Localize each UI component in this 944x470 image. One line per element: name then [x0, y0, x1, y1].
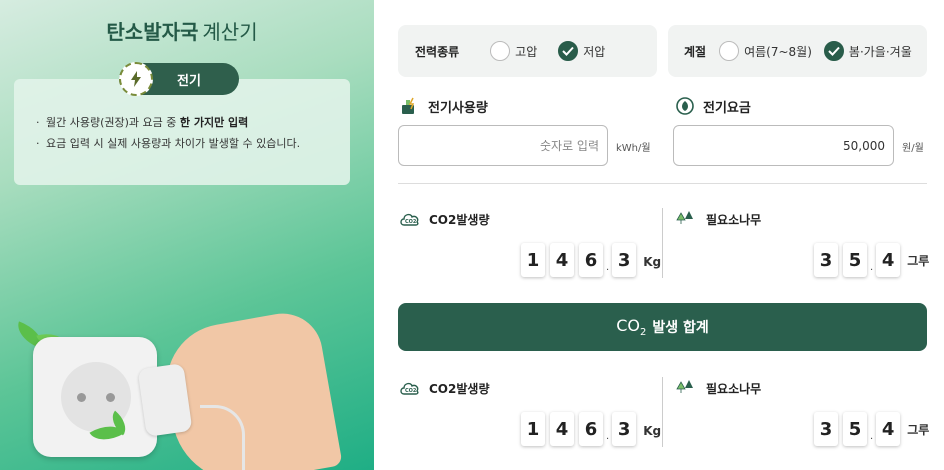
co2-total-button[interactable]: CO2 발생 합계: [398, 303, 927, 351]
digit: 6: [579, 412, 603, 446]
check-icon: [558, 41, 579, 61]
info-line-1-bold: 한 가지만 입력: [179, 116, 249, 129]
digit: 3: [814, 412, 838, 446]
radio-low-voltage[interactable]: 저압: [558, 41, 605, 61]
divider: [398, 183, 927, 184]
usage-field-label: 전기사용량: [400, 96, 488, 116]
digit: 3: [814, 243, 838, 277]
socket-hole: [77, 393, 86, 402]
info-line-1-text: 월간 사용량(권장)과 요금 중: [46, 116, 180, 129]
info-line-2: 요금 입력 시 실제 사용량과 차이가 발생할 수 있습니다.: [36, 133, 300, 154]
co2-result-label-text: CO2발생량: [429, 212, 490, 227]
info-line-1: 월간 사용량(권장)과 요금 중 한 가지만 입력: [36, 112, 300, 133]
meter-icon: [402, 97, 415, 114]
usage-unit: kWh/월: [616, 143, 651, 154]
digit: 5: [843, 412, 867, 446]
money-leaf-icon: [676, 97, 694, 115]
co2-formula: CO2: [616, 316, 646, 338]
svg-text:CO2: CO2: [405, 388, 417, 394]
co2-cloud-icon: CO2: [400, 382, 419, 395]
decimal-point: .: [870, 431, 874, 442]
power-type-group: 전력종류 고압 저압: [398, 25, 657, 77]
tree-result-digits: 3 5 . 4 그루: [814, 243, 929, 277]
usage-field-label-text: 전기사용량: [428, 100, 488, 116]
co2-unit: Kg: [643, 255, 662, 269]
digit: 4: [550, 243, 574, 277]
digit: 1: [521, 243, 545, 277]
co2-total-button-label: 발생 합계: [652, 320, 709, 336]
digit: 1: [521, 412, 545, 446]
pine-tree-icon: [676, 211, 693, 226]
pine-tree-icon: [676, 380, 693, 395]
digit: 4: [876, 243, 901, 277]
fee-field-label-text: 전기요금: [703, 100, 751, 116]
radio-other-seasons[interactable]: 봄·가을·겨울: [823, 41, 912, 61]
decimal-point: .: [606, 431, 610, 442]
left-panel: 탄소발자국계산기 전기 월간 사용량(권장)과 요금 중 한 가지만 입력 요금…: [0, 0, 374, 470]
radio-other-seasons-label: 봄·가을·겨울: [848, 44, 912, 59]
page-title-thin: 계산기: [202, 20, 258, 44]
radio-summer-label: 여름(7~8월): [744, 44, 812, 59]
decimal-point: .: [870, 262, 874, 273]
fee-unit: 원/월: [902, 143, 924, 154]
co2-formula-text: CO: [616, 315, 640, 335]
socket-hole: [106, 393, 115, 402]
category-badge-label: 전기: [177, 73, 201, 89]
radio-unchecked-icon: [490, 41, 511, 61]
socket-illustration: [33, 337, 157, 457]
plug-illustration: [137, 363, 193, 437]
co2-total-label-text: CO2발생량: [429, 381, 490, 396]
radio-summer[interactable]: 여름(7~8월): [719, 41, 812, 61]
tree-total-label: 필요소나무: [676, 379, 761, 397]
digit: 3: [612, 243, 637, 277]
info-list: 월간 사용량(권장)과 요금 중 한 가지만 입력 요금 입력 시 실제 사용량…: [36, 112, 300, 154]
co2-total-digits: 1 4 6 . 3 Kg: [521, 412, 661, 446]
radio-high-voltage-label: 고압: [515, 44, 538, 59]
radio-high-voltage[interactable]: 고압: [490, 41, 537, 61]
co2-unit: Kg: [643, 424, 662, 438]
tree-total-label-text: 필요소나무: [706, 381, 762, 396]
co2-result-digits: 1 4 6 . 3 Kg: [521, 243, 661, 277]
radio-unchecked-icon: [719, 41, 740, 61]
fee-field-label: 전기요금: [675, 96, 751, 116]
digit: 3: [612, 412, 637, 446]
tree-unit: 그루: [907, 254, 930, 268]
digit: 6: [579, 243, 603, 277]
power-type-label: 전력종류: [415, 44, 460, 59]
lightning-icon: [119, 62, 153, 96]
tree-result-label: 필요소나무: [676, 210, 761, 228]
svg-text:CO2: CO2: [405, 219, 417, 225]
fee-input[interactable]: [673, 125, 894, 166]
co2-result-label: CO2 CO2발생량: [399, 210, 489, 228]
check-icon: [823, 41, 844, 61]
digit: 4: [876, 412, 901, 446]
result-separator: [662, 377, 663, 447]
digit: 4: [550, 412, 574, 446]
digit: 5: [843, 243, 867, 277]
co2-formula-sub: 2: [639, 327, 647, 339]
page-title: 탄소발자국 계산기: [0, 16, 364, 45]
page-title-bold: 탄소발자국: [106, 20, 199, 44]
decimal-point: .: [606, 262, 610, 273]
usage-input[interactable]: [398, 125, 608, 166]
co2-cloud-icon: CO2: [400, 213, 419, 226]
tree-unit: 그루: [907, 423, 930, 437]
tree-result-label-text: 필요소나무: [706, 212, 762, 227]
result-separator: [662, 208, 663, 278]
season-group: 계절 여름(7~8월) 봄·가을·겨울: [668, 25, 927, 77]
co2-total-label: CO2 CO2발생량: [399, 379, 489, 397]
tree-total-digits: 3 5 . 4 그루: [814, 412, 929, 446]
radio-low-voltage-label: 저압: [583, 44, 606, 59]
season-label: 계절: [684, 44, 707, 59]
